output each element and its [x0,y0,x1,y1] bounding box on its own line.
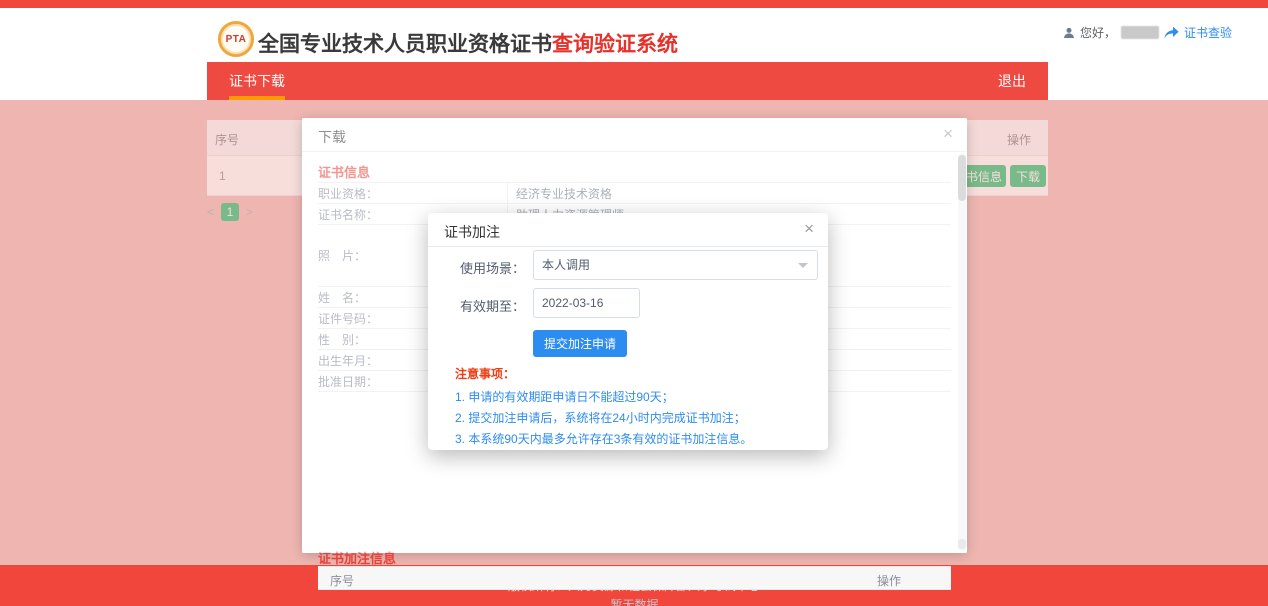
page-title-highlight: 查询验证系统 [552,33,678,56]
usage-scene-label: 使用场景： [443,258,525,277]
share-arrow-icon [1164,26,1179,39]
chevron-down-icon [798,263,808,268]
user-area: 您好， 证书查验 [1063,24,1232,41]
annotation-col-index: 序号 [330,572,354,589]
pagination-page-1[interactable]: 1 [221,203,239,221]
user-icon [1063,27,1075,39]
greeting-text: 您好， [1080,24,1116,41]
tab-cert-download-label: 证书下载 [229,71,285,91]
submit-annotation-button[interactable]: 提交加注申请 [533,330,627,357]
pta-logo-text: PTA [226,34,247,45]
expiry-date-label: 有效期至： [443,296,525,315]
annotation-col-action: 操作 [877,572,901,589]
annotation-empty-state: 暂无数据 [318,590,951,606]
logout-button[interactable]: 退出 [976,62,1048,100]
notes-title: 注意事项： [455,365,515,382]
header: PTA 全国专业技术人员职业资格证书查询验证系统 您好， 证书查验 [0,8,1268,62]
annotation-table-header-row: 序号 操作 [318,566,951,590]
pagination-next[interactable]: > [246,205,253,219]
col-header-index: 序号 [215,131,239,148]
note-line-3: 3. 本系统90天内最多允许存在3条有效的证书加注信息。 [455,429,752,450]
pagination: < 1 > [207,202,253,222]
annotation-modal-header: 证书加注 × [428,213,828,247]
annotation-modal: 证书加注 × 使用场景： 本人调用 有效期至： 提交加注申请 注意事项： 1. … [428,213,828,450]
annotation-modal-close-icon[interactable]: × [804,220,814,237]
note-line-1: 1. 申请的有效期距申请日不能超过90天； [455,387,752,408]
notes-list: 1. 申请的有效期距申请日不能超过90天； 2. 提交加注申请后，系统将在24小… [455,387,752,450]
tab-cert-download[interactable]: 证书下载 [207,62,307,100]
pta-logo: PTA [218,21,254,57]
cell-index: 1 [219,169,226,183]
expiry-date-input[interactable] [533,288,640,318]
nav-bar: 证书下载 退出 [207,62,1048,100]
redacted-username [1121,26,1159,39]
note-line-2: 2. 提交加注申请后，系统将在24小时内完成证书加注； [455,408,752,429]
usage-scene-select[interactable]: 本人调用 [533,250,818,280]
cert-check-link[interactable]: 证书查验 [1184,24,1232,41]
active-tab-underline [229,96,285,100]
download-button[interactable]: 下载 [1010,165,1046,187]
page-title: 全国专业技术人员职业资格证书查询验证系统 [258,28,678,58]
usage-scene-selected-value: 本人调用 [542,258,590,272]
page-title-main: 全国专业技术人员职业资格证书 [258,33,552,56]
screen: PTA 全国专业技术人员职业资格证书查询验证系统 您好， 证书查验 证书下载 退… [0,0,1268,606]
col-header-action: 操作 [1007,131,1031,148]
annotation-modal-title: 证书加注 [444,222,500,242]
top-red-strip [0,0,1268,8]
pagination-prev[interactable]: < [207,205,214,219]
annotation-table: 序号 操作 暂无数据 [318,566,951,606]
